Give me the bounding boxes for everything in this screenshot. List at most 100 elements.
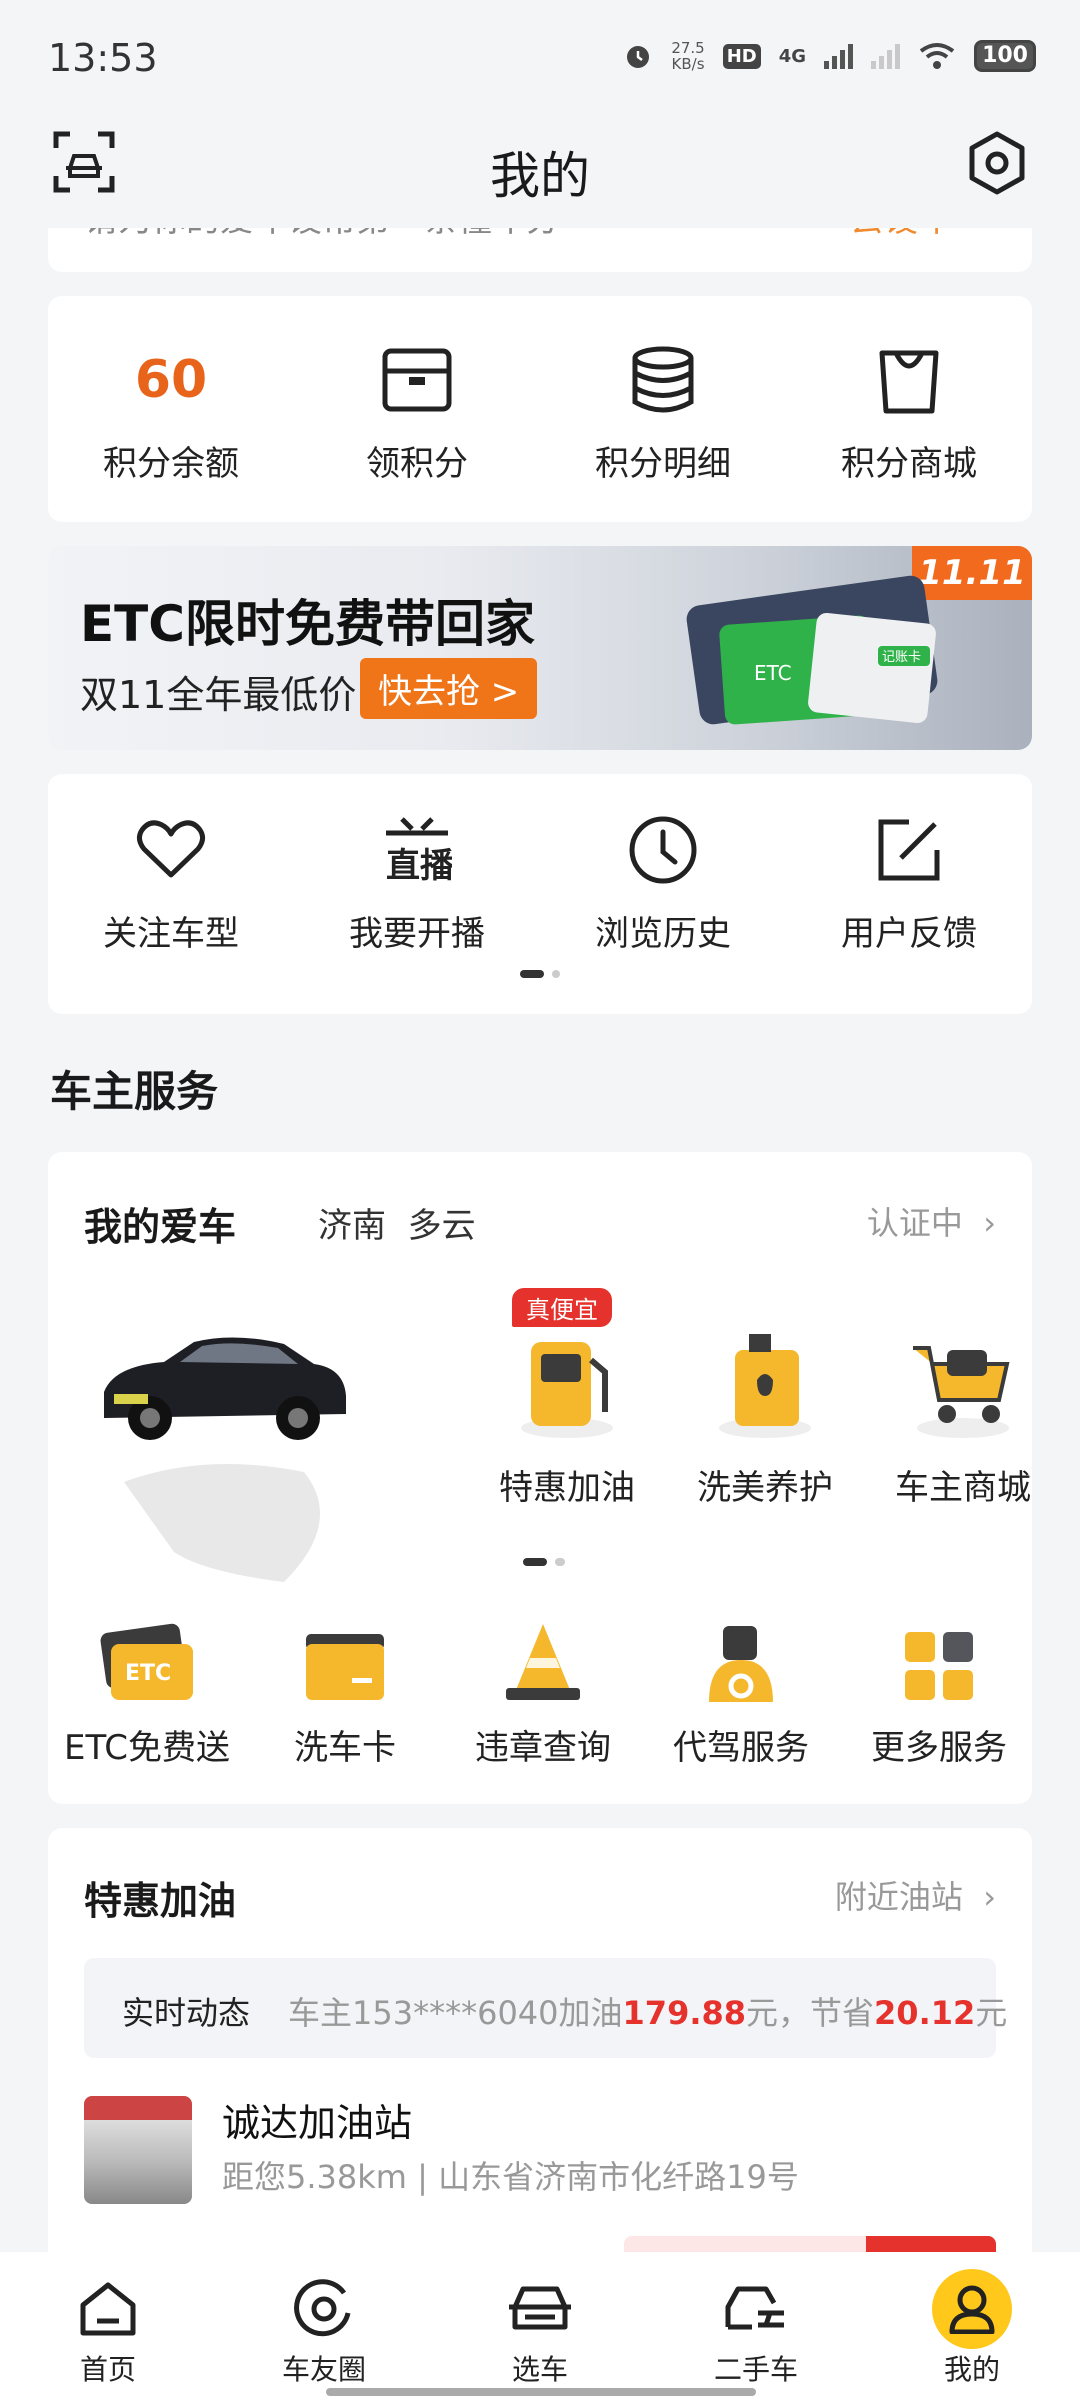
nearby-stations-link[interactable]: 附近油站 › [835, 1872, 996, 1918]
services-pager [506, 1558, 582, 1566]
net-type: 4G [778, 45, 807, 67]
chevron-right-icon: › [983, 1204, 996, 1242]
etc-free-service[interactable]: ETC ETC免费送 [48, 1612, 246, 1769]
top-nav: 我的 [0, 118, 1080, 228]
tab-mine[interactable]: 我的 [864, 2252, 1080, 2400]
settings-icon[interactable] [964, 130, 1030, 196]
tab-home[interactable]: 首页 [0, 2252, 216, 2400]
tab-home-label: 首页 [79, 2353, 136, 2386]
points-mall[interactable]: 积分商城 [786, 340, 1032, 485]
etc-card-text-2: 记账卡 [882, 650, 921, 665]
home-icon [80, 2282, 136, 2336]
followed-models[interactable]: 关注车型 [48, 810, 294, 955]
tab-choose-car-label: 选车 [511, 2353, 568, 2386]
wash-card-service[interactable]: 洗车卡 [246, 1612, 444, 1769]
city-weather: 济南 多云 [318, 1206, 476, 1246]
wash-card-label: 洗车卡 [294, 1728, 396, 1768]
hd-icon: HD [722, 43, 761, 69]
cart-icon [913, 1346, 1010, 1438]
points-balance[interactable]: 60 积分余额 [48, 340, 294, 485]
etc-device-illustration: ETC 记账卡 [686, 575, 938, 725]
my-car-card: 我的爱车 济南 多云 认证中 › 真便宜 特惠加油 洗美养护 车主商城 ETC … [48, 1152, 1032, 1804]
status-icons: 27.5 KB/s HD 4G 100 [623, 40, 1036, 72]
bottom-tab-bar: 首页 车友圈 选车 二手车 我的 [0, 2252, 1080, 2400]
owner-mall-service[interactable]: 车主商城 [864, 1300, 1062, 1509]
oil-can-icon [719, 1334, 811, 1438]
claim-points-label: 领积分 [366, 444, 468, 484]
live-broadcast-icon: 直播 [386, 817, 452, 885]
station-photo[interactable] [84, 2096, 192, 2204]
tab-choose-car[interactable]: 选车 [432, 2252, 648, 2400]
owner-services-title: 车主服务 [50, 1067, 219, 1116]
station-info: 距您5.38km | 山东省济南市化纤路19号 [222, 2158, 799, 2196]
shortcuts-card: 关注车型 直播 我要开播 浏览历史 用户反馈 [48, 774, 1032, 1014]
page-title: 我的 [490, 147, 590, 205]
browse-history[interactable]: 浏览历史 [540, 810, 786, 955]
tab-community[interactable]: 车友圈 [216, 2252, 432, 2400]
tab-used-car[interactable]: 二手车 [648, 2252, 864, 2400]
wash-care-service[interactable]: 洗美养护 [666, 1300, 864, 1509]
status-time: 13:53 [48, 36, 158, 80]
wash-care-label: 洗美养护 [697, 1468, 833, 1508]
owner-mall-label: 车主商城 [895, 1468, 1031, 1508]
heart-icon [136, 820, 206, 878]
points-mall-label: 积分商城 [841, 444, 977, 484]
go-live[interactable]: 直播 我要开播 [294, 810, 540, 955]
my-car-title: 我的爱车 [84, 1205, 237, 1249]
violation-query-service[interactable]: 违章查询 [444, 1612, 642, 1769]
points-card: 60 积分余额 领积分 积分明细 积分商城 [48, 296, 1032, 522]
clock-icon [629, 816, 697, 884]
banner-title: ETC限时免费带回家 [80, 595, 535, 653]
circle-icon [294, 2279, 351, 2337]
home-indicator[interactable] [326, 2388, 756, 2396]
browse-history-label: 浏览历史 [595, 914, 731, 954]
grid-icon [905, 1632, 973, 1700]
svg-text:直播: 直播 [386, 846, 452, 885]
used-car-icon [725, 2286, 784, 2330]
fuel-discount-label: 特惠加油 [499, 1468, 635, 1508]
fuel-discount-service[interactable]: 真便宜 特惠加油 [468, 1288, 666, 1509]
live-feed-text: 车主153****6040加油179.88元，节省20.12元 [288, 1994, 1008, 2032]
wash-card-icon [306, 1634, 384, 1700]
car-icon [509, 2286, 571, 2330]
tab-community-label: 车友圈 [281, 2353, 366, 2386]
fuel-deals-title: 特惠加油 [84, 1879, 237, 1923]
user-feedback[interactable]: 用户反馈 [786, 810, 1032, 955]
verify-status-link[interactable]: 认证中 › [867, 1198, 996, 1244]
designated-driver-label: 代驾服务 [673, 1728, 809, 1768]
svg-text:ETC: ETC [125, 1661, 171, 1686]
points-detail-label: 积分明细 [595, 444, 731, 484]
status-bar: 13:53 27.5 KB/s HD 4G 100 [0, 0, 1080, 118]
edit-icon [878, 819, 940, 881]
cheap-tag: 真便宜 [512, 1288, 612, 1327]
alarm-icon [627, 46, 650, 68]
traffic-cone-icon [506, 1624, 580, 1700]
go-live-label: 我要开播 [349, 914, 485, 954]
tab-mine-label: 我的 [943, 2353, 1000, 2386]
banner-cta-button[interactable]: 快去抢 > [360, 658, 538, 719]
more-services[interactable]: 更多服务 [840, 1612, 1038, 1769]
designated-driver-service[interactable]: 代驾服务 [642, 1612, 840, 1769]
violation-query-label: 违章查询 [475, 1728, 611, 1768]
chevron-right-icon: › [983, 1878, 996, 1916]
more-services-label: 更多服务 [871, 1728, 1007, 1768]
fuel-pump-icon [521, 1342, 613, 1438]
shopping-bag-icon [879, 350, 939, 414]
etc-card-icon: ETC [100, 1623, 193, 1700]
shortcuts-pager [48, 970, 1032, 978]
banner-subtitle: 双11全年最低价 [80, 673, 357, 717]
points-detail[interactable]: 积分明细 [540, 340, 786, 485]
database-icon [632, 346, 694, 413]
car-image[interactable] [84, 1322, 384, 1602]
live-feed-label: 实时动态 [122, 1994, 251, 2032]
signal-icon [824, 43, 854, 69]
station-name: 诚达加油站 [222, 2101, 413, 2145]
etc-card-text: ETC [754, 661, 792, 685]
box-icon [382, 348, 452, 412]
network-speed: 27.5 KB/s [671, 39, 705, 73]
tab-mine-bubble [932, 2269, 1012, 2349]
claim-points[interactable]: 领积分 [294, 340, 540, 485]
signal-2-icon [871, 43, 901, 69]
points-balance-value: 60 [134, 350, 208, 410]
etc-promo-banner[interactable]: ETC限时免费带回家 双11全年最低价 快去抢 > 11.11 ETC 记账卡 [48, 546, 1032, 750]
